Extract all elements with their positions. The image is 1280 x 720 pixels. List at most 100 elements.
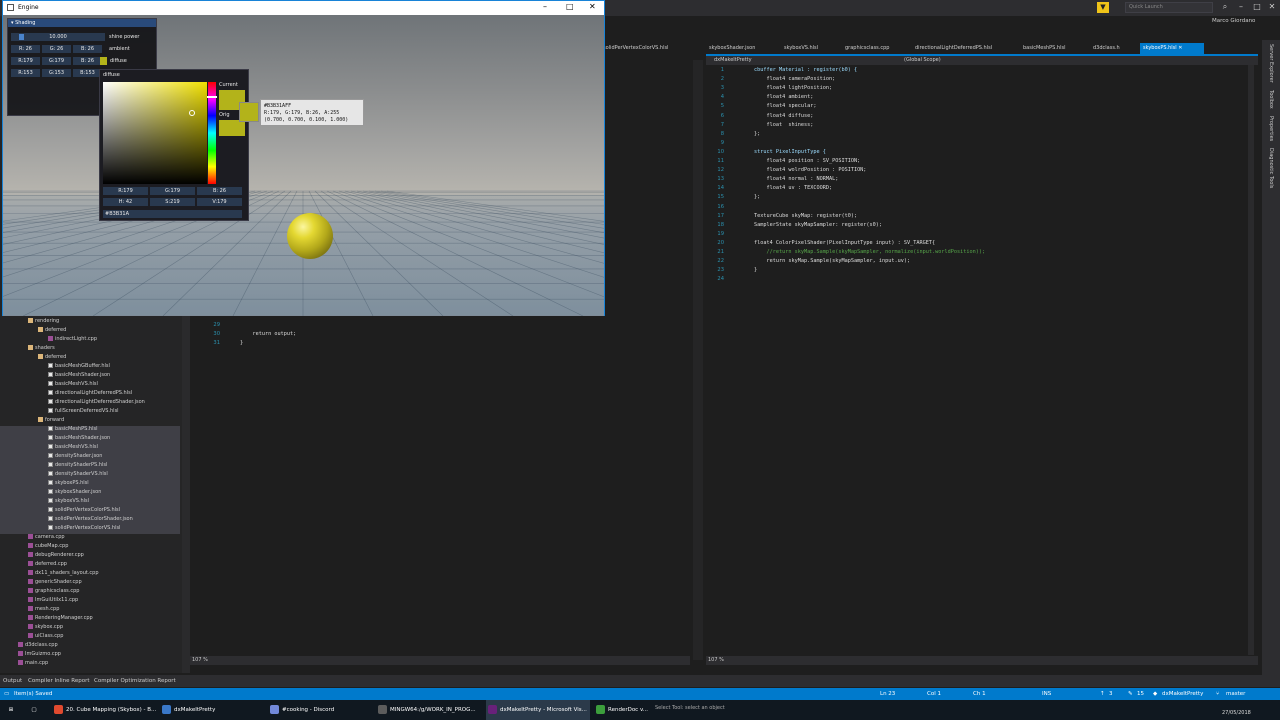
picker-s-field[interactable]: S:219 bbox=[150, 198, 195, 206]
solution-item[interactable]: forward bbox=[0, 417, 180, 426]
solution-item[interactable]: RenderingManager.cpp bbox=[0, 615, 180, 624]
engine-window[interactable]: Engine – □ ✕ ▾ Shading 10.000 shine powe… bbox=[2, 0, 605, 316]
imgui-title[interactable]: ▾ Shading bbox=[8, 19, 156, 27]
solution-item[interactable]: mesh.cpp bbox=[0, 606, 180, 615]
solution-item[interactable]: main.cpp bbox=[0, 660, 180, 669]
code-line[interactable]: 15}; bbox=[706, 194, 1246, 203]
taskbar-item[interactable]: dxMakeItPretty bbox=[160, 700, 264, 720]
solution-item[interactable]: skyboxPS.hlsl bbox=[0, 480, 180, 489]
specular-r-field[interactable]: R:153 bbox=[11, 69, 40, 77]
code-line[interactable]: 9 bbox=[706, 140, 1246, 149]
code-line[interactable]: 6 float4 diffuse; bbox=[706, 113, 1246, 122]
zoom-level-middle[interactable]: 107 % bbox=[192, 657, 208, 663]
solution-item[interactable]: uiClass.cpp bbox=[0, 633, 180, 642]
solution-item[interactable]: indirectLight.cpp bbox=[0, 336, 180, 345]
ambient-r-field[interactable]: R: 26 bbox=[11, 45, 40, 53]
solution-item[interactable]: cubeMap.cpp bbox=[0, 543, 180, 552]
tab-left-editor[interactable]: solidPerVertexColorVS.hlsl bbox=[600, 43, 690, 54]
hue-bar[interactable] bbox=[207, 82, 217, 184]
user-name[interactable]: Marco Giordano bbox=[1212, 18, 1255, 24]
editor-splitter[interactable] bbox=[693, 60, 703, 660]
solution-item[interactable]: graphicsclass.cpp bbox=[0, 588, 180, 597]
code-line[interactable]: 20 float4 ColorPixelShader(PixelInputType… bbox=[706, 240, 1246, 249]
solution-item[interactable]: ImGuizmo.cpp bbox=[0, 651, 180, 660]
filter-icon[interactable]: ▼ bbox=[1097, 2, 1109, 13]
solution-item[interactable]: densityShader.json bbox=[0, 453, 180, 462]
tab-compiler-inline[interactable]: Compiler Inline Report bbox=[28, 678, 90, 684]
status-edit-icon[interactable]: ✎ bbox=[1128, 691, 1133, 697]
engine-title-bar[interactable]: Engine – □ ✕ bbox=[3, 1, 604, 15]
code-line[interactable]: 12 float4 wolrdPosition : POSITION; bbox=[706, 167, 1246, 176]
tab-directionallight[interactable]: directionalLightDeferredPS.hlsl bbox=[912, 43, 995, 54]
toolbox-tab[interactable]: Toolbox bbox=[1268, 90, 1274, 109]
diffuse-g-field[interactable]: G:179 bbox=[42, 57, 71, 65]
code-line[interactable]: 21 //return skyMap.Sample(skyMapSampler,… bbox=[706, 249, 1246, 258]
code-line[interactable]: 7 float shiness; bbox=[706, 122, 1246, 131]
status-branch-icon[interactable]: ⑂ bbox=[1216, 691, 1219, 697]
diffuse-b-field[interactable]: B: 26 bbox=[73, 57, 102, 65]
taskbar-item[interactable]: RenderDoc v... bbox=[594, 700, 650, 720]
solution-item[interactable]: d3dclass.cpp bbox=[0, 642, 180, 651]
diagnostic-tools-tab[interactable]: Diagnostic Tools bbox=[1268, 148, 1274, 188]
solution-item[interactable]: directionalLightDeferredShader.json bbox=[0, 399, 180, 408]
code-line[interactable]: 29 bbox=[190, 322, 680, 331]
tab-compiler-optimization[interactable]: Compiler Optimization Report bbox=[94, 678, 176, 684]
picker-hex-field[interactable]: #B3B31A bbox=[103, 210, 242, 218]
minimize-icon[interactable]: – bbox=[1234, 2, 1248, 14]
tab-skyboxshader-json[interactable]: skyboxShader.json bbox=[706, 43, 758, 54]
code-line[interactable]: 11 float4 position : SV_POSITION; bbox=[706, 158, 1246, 167]
original-color-swatch[interactable] bbox=[219, 120, 245, 136]
engine-minimize-icon[interactable]: – bbox=[543, 2, 547, 11]
tab-basicmeshps[interactable]: basicMeshPS.hlsl bbox=[1020, 43, 1068, 54]
solution-item[interactable]: dx11_shaders_layout.cpp bbox=[0, 570, 180, 579]
ambient-b-field[interactable]: B: 26 bbox=[73, 45, 102, 53]
tab-graphicsclass[interactable]: graphicsclass.cpp bbox=[842, 43, 892, 54]
zoom-level-right[interactable]: 107 % bbox=[708, 657, 724, 663]
tab-skyboxvs[interactable]: skyboxVS.hlsl bbox=[781, 43, 821, 54]
solution-item[interactable]: deferred.cpp bbox=[0, 561, 180, 570]
engine-close-icon[interactable]: ✕ bbox=[589, 2, 596, 11]
solution-item[interactable]: basicMeshShader.json bbox=[0, 372, 180, 381]
code-line[interactable]: 8}; bbox=[706, 131, 1246, 140]
status-project[interactable]: dxMakeItPretty bbox=[1162, 691, 1203, 697]
solution-item[interactable]: genericShader.cpp bbox=[0, 579, 180, 588]
status-repo-icon[interactable]: ◆ bbox=[1153, 691, 1157, 697]
solution-item[interactable]: ImGuiUtilx11.cpp bbox=[0, 597, 180, 606]
ambient-g-field[interactable]: G: 26 bbox=[42, 45, 71, 53]
solution-item[interactable]: densityShaderPS.hlsl bbox=[0, 462, 180, 471]
shine-power-slider[interactable]: 10.000 bbox=[11, 33, 105, 41]
status-branch[interactable]: master bbox=[1226, 691, 1245, 697]
tab-d3dclass[interactable]: d3dclass.h bbox=[1090, 43, 1123, 54]
code-editor-right[interactable]: 1 cbuffer Material : register(b0) {2 floa… bbox=[706, 65, 1258, 655]
taskbar-item[interactable]: 20. Cube Mapping (Skybox) - B... bbox=[52, 700, 156, 720]
editor-scrollbar[interactable] bbox=[1248, 65, 1254, 655]
status-push-count[interactable]: 3 bbox=[1109, 691, 1113, 697]
task-view-icon[interactable]: ▢ bbox=[24, 700, 44, 720]
tab-output[interactable]: Output bbox=[3, 678, 22, 684]
solution-scrollbar[interactable] bbox=[182, 316, 190, 673]
solution-item[interactable]: skybox.cpp bbox=[0, 624, 180, 633]
slider-grab[interactable] bbox=[19, 34, 24, 40]
code-line[interactable]: 4 float4 ambient; bbox=[706, 94, 1246, 103]
picker-v-field[interactable]: V:179 bbox=[197, 198, 242, 206]
properties-tab[interactable]: Properties bbox=[1268, 116, 1274, 141]
picker-h-field[interactable]: H: 42 bbox=[103, 198, 148, 206]
solution-item[interactable]: deferred bbox=[0, 354, 180, 363]
solution-item[interactable]: deferred bbox=[0, 327, 180, 336]
solution-item[interactable]: solidPerVertexColorPS.hlsl bbox=[0, 507, 180, 516]
code-line[interactable]: 14 float4 uv : TEXCOORD; bbox=[706, 185, 1246, 194]
solution-item[interactable]: basicMeshShader.json bbox=[0, 435, 180, 444]
status-edit-count[interactable]: 15 bbox=[1137, 691, 1144, 697]
solution-item[interactable]: basicMeshVS.hlsl bbox=[0, 381, 180, 390]
solution-item[interactable]: shaders bbox=[0, 345, 180, 354]
tab-skyboxps-active[interactable]: skyboxPS.hlsl ✕ bbox=[1140, 43, 1204, 54]
code-line[interactable]: 3 float4 lightPosition; bbox=[706, 85, 1246, 94]
hue-cursor[interactable] bbox=[207, 96, 217, 98]
code-line[interactable]: 30 return output; bbox=[190, 331, 680, 340]
code-line[interactable]: 18 SamplerState skyMapSampler: register(s… bbox=[706, 222, 1246, 231]
taskbar-item[interactable]: #cooking - Discord bbox=[268, 700, 372, 720]
lit-sphere[interactable] bbox=[287, 213, 333, 259]
search-icon[interactable]: ⌕ bbox=[1218, 2, 1232, 14]
solution-item[interactable]: directionalLightDeferredPS.hlsl bbox=[0, 390, 180, 399]
clock-date[interactable]: 27/05/2018 bbox=[1222, 710, 1251, 716]
